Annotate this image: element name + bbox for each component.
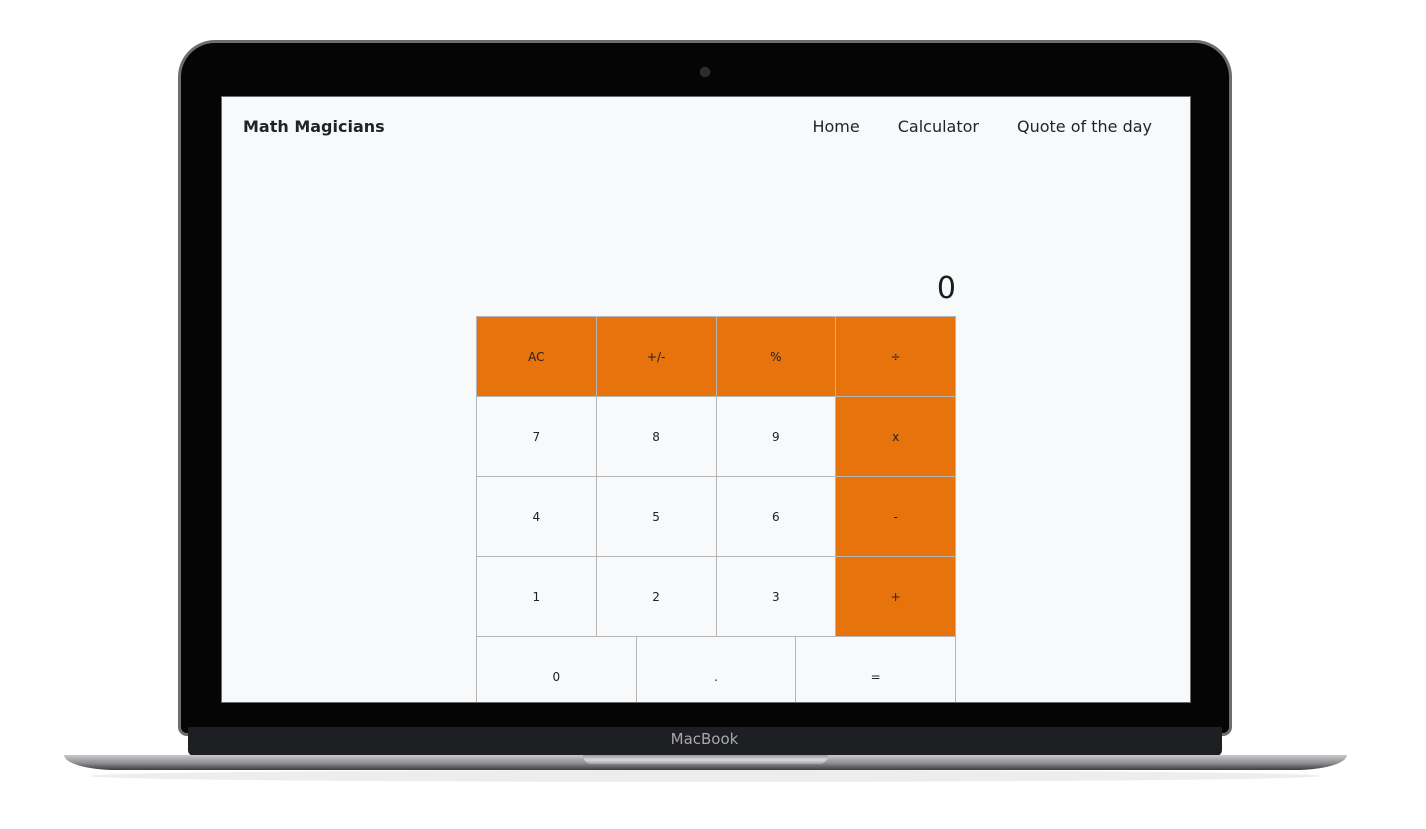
laptop-base-notch (583, 755, 828, 764)
key-0[interactable]: 0 (477, 637, 637, 702)
keypad-row: 7 8 9 x (477, 397, 956, 477)
key-9[interactable]: 9 (716, 397, 837, 477)
nav-home[interactable]: Home (812, 117, 859, 136)
key-add[interactable]: + (836, 557, 956, 637)
key-6[interactable]: 6 (716, 477, 837, 557)
key-2[interactable]: 2 (596, 557, 717, 637)
key-8[interactable]: 8 (596, 397, 717, 477)
key-equals[interactable]: = (796, 637, 957, 702)
app-logo: Math Magicians (243, 117, 385, 136)
keypad-row: 4 5 6 - (477, 477, 956, 557)
key-1[interactable]: 1 (477, 557, 597, 637)
key-3[interactable]: 3 (716, 557, 837, 637)
camera-icon (700, 67, 710, 77)
nav-calculator[interactable]: Calculator (898, 117, 979, 136)
laptop-frame: Math Magicians Home Calculator Quote of … (0, 0, 1426, 829)
key-decimal[interactable]: . (636, 637, 797, 702)
key-5[interactable]: 5 (596, 477, 717, 557)
key-clear[interactable]: AC (477, 317, 597, 397)
keypad-row: AC +/- % ÷ (477, 317, 956, 397)
key-4[interactable]: 4 (477, 477, 597, 557)
key-multiply[interactable]: x (836, 397, 956, 477)
main-nav: Home Calculator Quote of the day (812, 117, 1152, 136)
keypad-row: 0 . = (477, 637, 957, 702)
key-subtract[interactable]: - (836, 477, 956, 557)
key-sign[interactable]: +/- (596, 317, 717, 397)
calculator-keypad: AC +/- % ÷ 7 8 9 x 4 5 6 - 1 2 3 + 0 . = (476, 316, 957, 702)
calculator-display: 0 (936, 271, 956, 306)
key-percent[interactable]: % (716, 317, 837, 397)
screen: Math Magicians Home Calculator Quote of … (222, 97, 1190, 702)
laptop-base-shadow (90, 770, 1320, 782)
key-divide[interactable]: ÷ (836, 317, 956, 397)
key-7[interactable]: 7 (477, 397, 597, 477)
nav-quote[interactable]: Quote of the day (1017, 117, 1152, 136)
device-brand-label: MacBook (670, 730, 739, 748)
keypad-row: 1 2 3 + (477, 557, 956, 637)
